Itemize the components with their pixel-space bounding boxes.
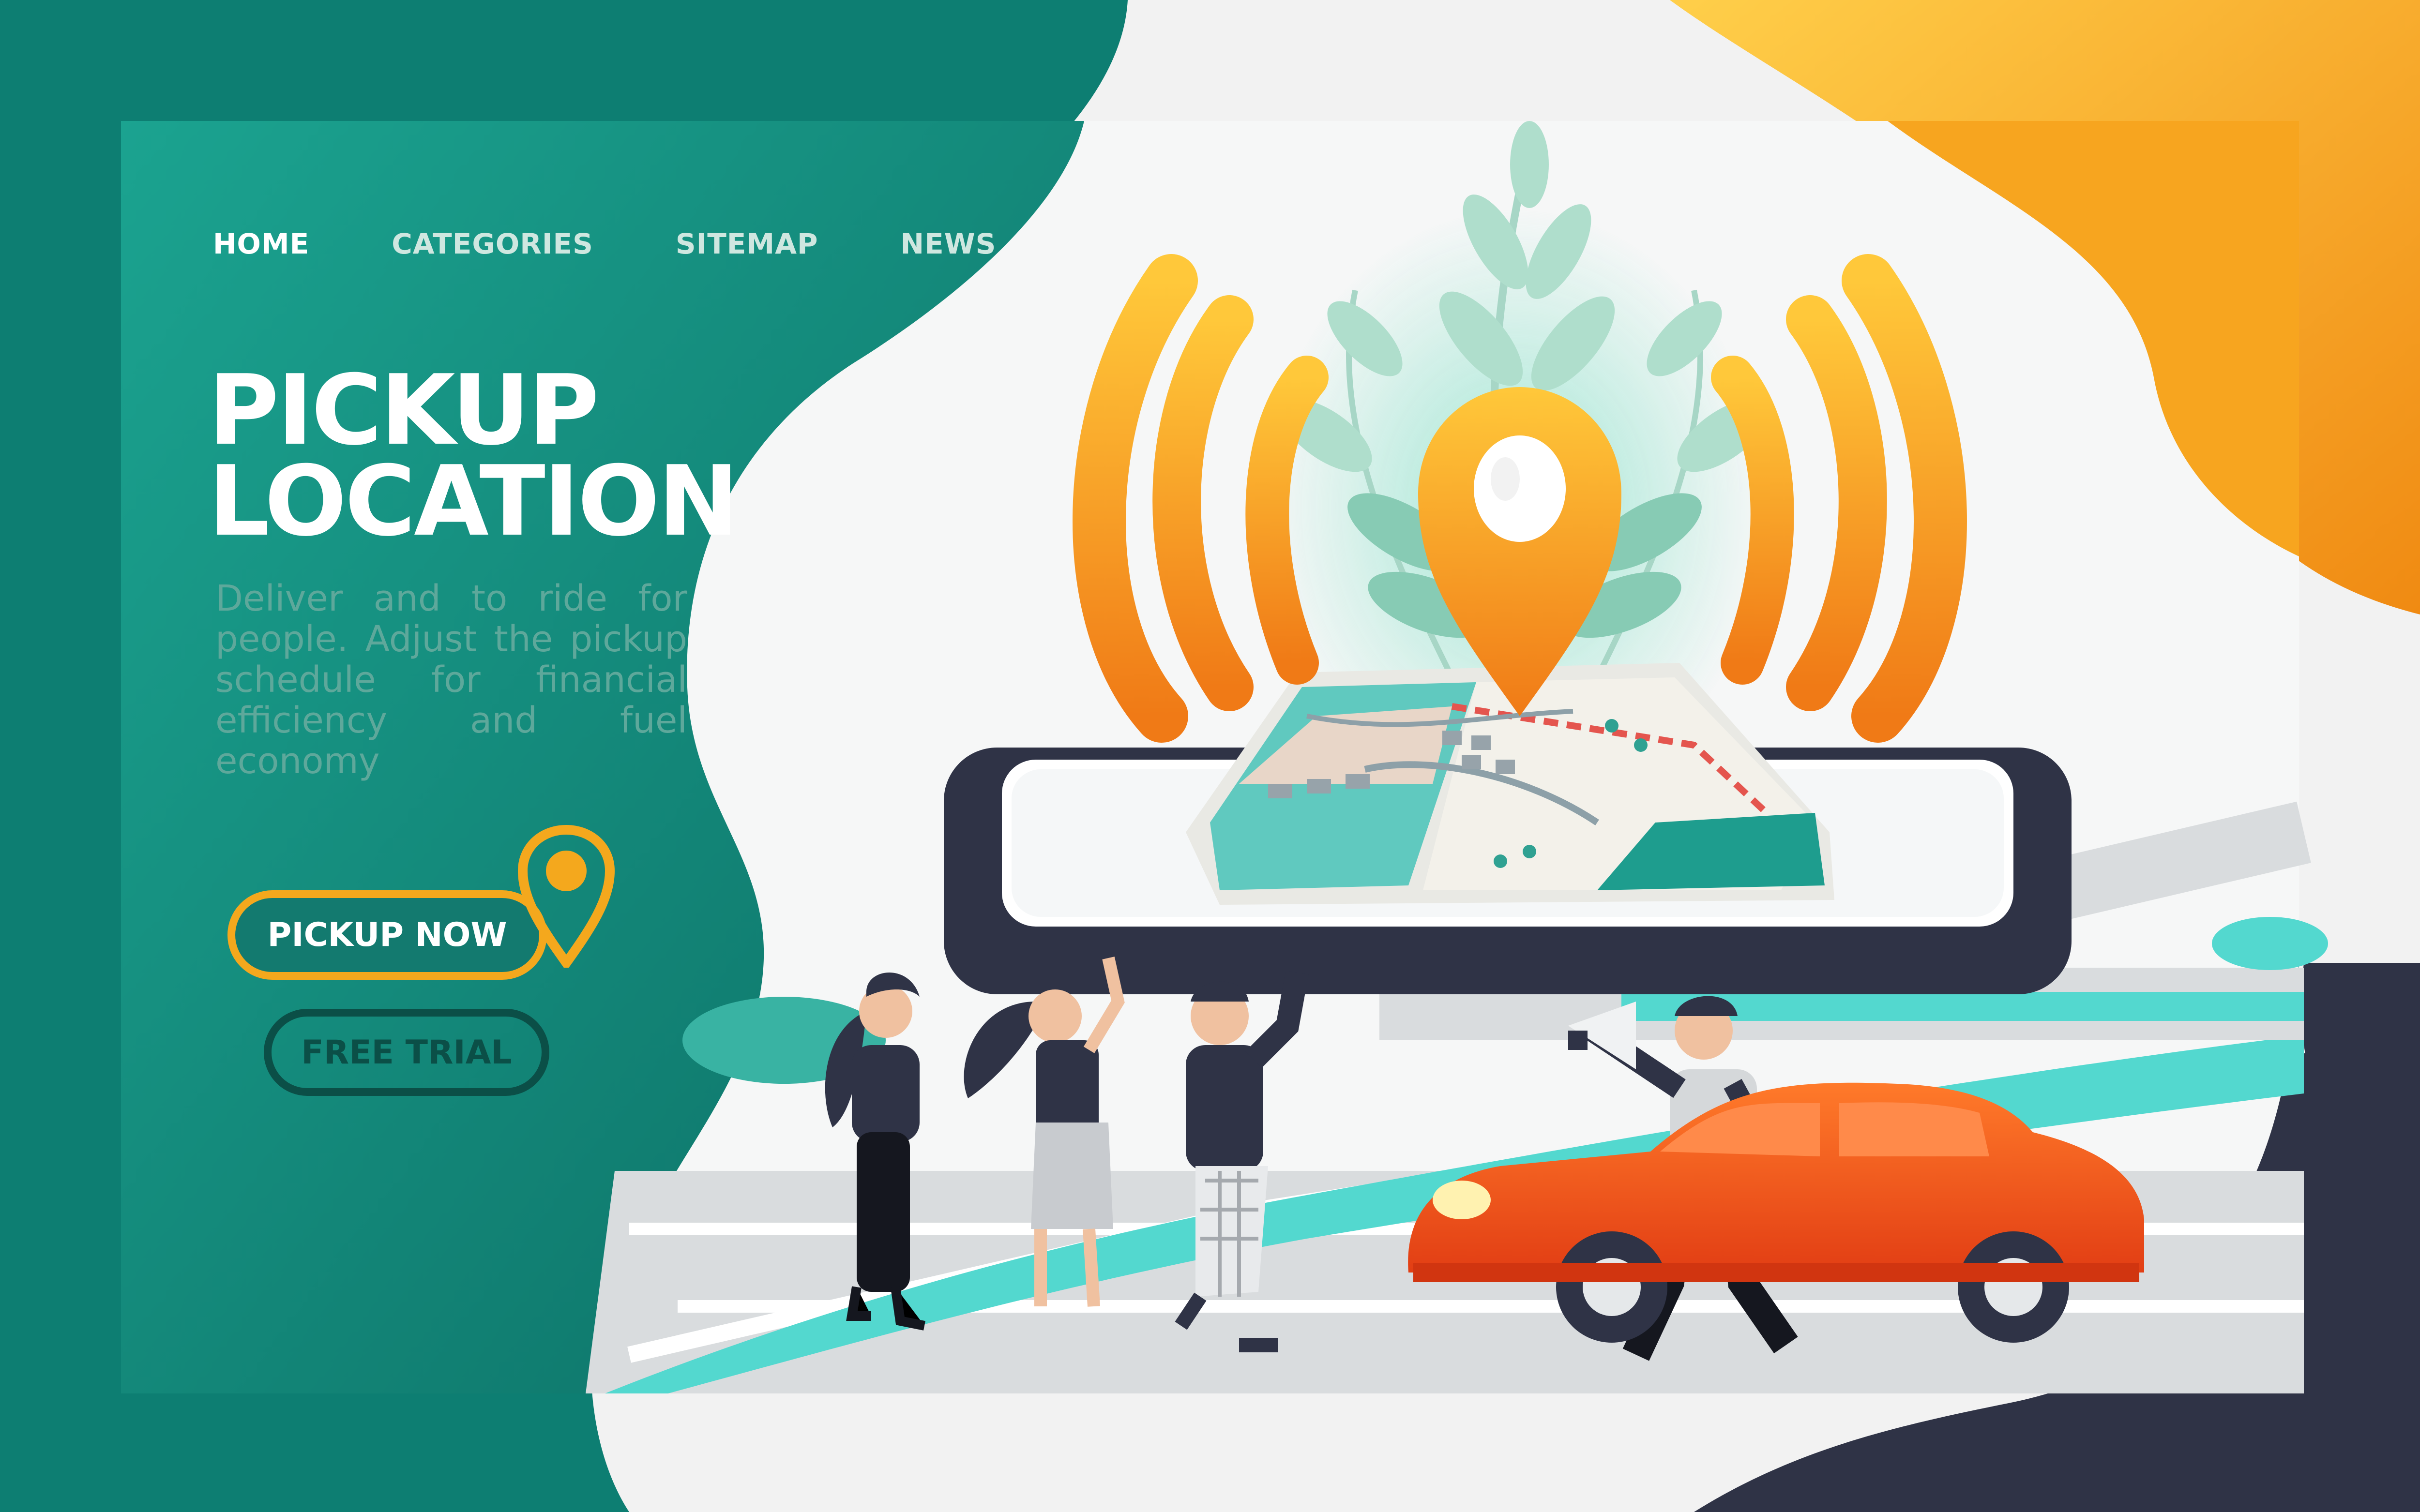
nav-categories[interactable]: CATEGORIES <box>392 227 593 260</box>
title-line-2: LOCATION <box>208 445 739 558</box>
free-trial-label: FREE TRIAL <box>301 1033 512 1072</box>
pickup-now-label: PICKUP NOW <box>267 916 507 954</box>
main-nav: HOME CATEGORIES SITEMAP NEWS <box>213 227 996 260</box>
nav-home[interactable]: HOME <box>213 227 309 260</box>
page-title: PICKUP LOCATION <box>208 362 739 550</box>
free-trial-button[interactable]: FREE TRIAL <box>264 1009 549 1096</box>
hero-description: Deliver and to ride for people. Adjust t… <box>215 578 687 782</box>
pickup-now-button[interactable]: PICKUP NOW <box>227 890 547 980</box>
nav-sitemap[interactable]: SITEMAP <box>676 227 818 260</box>
nav-news[interactable]: NEWS <box>901 227 997 260</box>
location-pin-icon <box>517 824 615 968</box>
